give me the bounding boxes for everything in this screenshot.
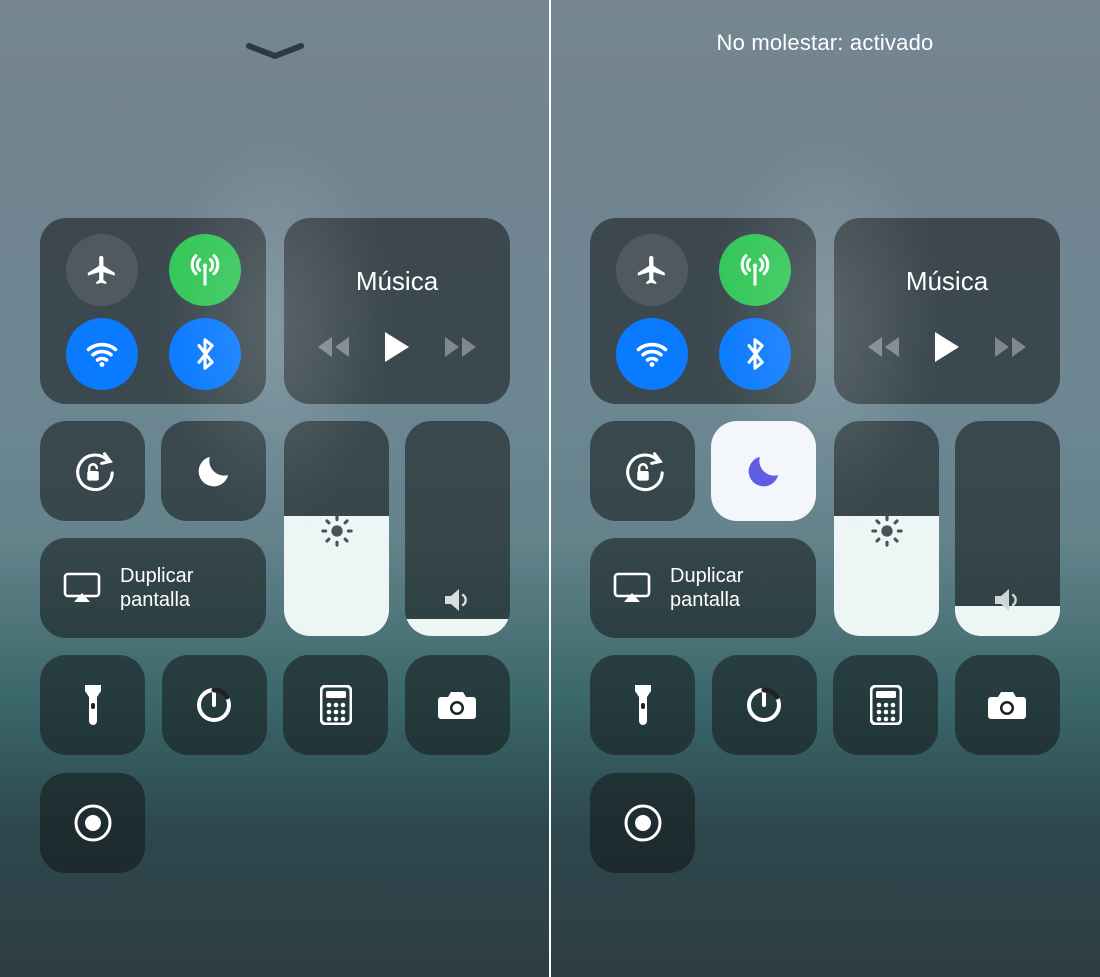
- record-icon: [622, 802, 664, 844]
- play-button[interactable]: [932, 330, 962, 364]
- volume-icon: [955, 586, 1060, 614]
- cellular-data-toggle[interactable]: [719, 234, 791, 306]
- flashlight-icon: [82, 683, 104, 727]
- flashlight-button[interactable]: [590, 655, 695, 755]
- previous-track-button[interactable]: [865, 333, 901, 361]
- calculator-button[interactable]: [283, 655, 388, 755]
- record-icon: [72, 802, 114, 844]
- volume-fill: [405, 619, 510, 636]
- calculator-button[interactable]: [833, 655, 938, 755]
- next-track-button[interactable]: [443, 333, 479, 361]
- antenna-icon: [188, 253, 222, 287]
- wifi-icon: [634, 336, 670, 372]
- timer-icon: [744, 685, 784, 725]
- brightness-icon: [284, 514, 389, 548]
- volume-slider[interactable]: [405, 421, 510, 636]
- bluetooth-toggle[interactable]: [169, 318, 241, 390]
- utility-row: [40, 655, 510, 755]
- airplane-mode-toggle[interactable]: [66, 234, 138, 306]
- cellular-data-toggle[interactable]: [169, 234, 241, 306]
- airplay-icon: [612, 571, 652, 605]
- status-toast: No molestar: activado: [550, 30, 1100, 56]
- connectivity-module[interactable]: [590, 218, 816, 404]
- orientation-lock-icon: [70, 448, 116, 494]
- play-button[interactable]: [382, 330, 412, 364]
- screen-mirroring-label: Duplicar pantalla: [120, 564, 193, 612]
- screen-record-button[interactable]: [40, 773, 145, 873]
- dismiss-chevron-icon[interactable]: [245, 42, 305, 62]
- bluetooth-icon: [740, 335, 770, 373]
- brightness-slider[interactable]: [284, 421, 389, 636]
- screen-mirroring-label: Duplicar pantalla: [670, 564, 743, 612]
- screen-mirroring-button[interactable]: Duplicar pantalla: [40, 538, 266, 638]
- camera-icon: [986, 689, 1028, 721]
- do-not-disturb-toggle[interactable]: [711, 421, 816, 521]
- orientation-lock-icon: [620, 448, 666, 494]
- moon-icon: [744, 451, 784, 491]
- flashlight-icon: [632, 683, 654, 727]
- volume-icon: [405, 586, 510, 614]
- bluetooth-toggle[interactable]: [719, 318, 791, 390]
- orientation-lock-toggle[interactable]: [40, 421, 145, 521]
- wifi-toggle[interactable]: [66, 318, 138, 390]
- calculator-icon: [320, 685, 352, 725]
- camera-button[interactable]: [955, 655, 1060, 755]
- bluetooth-icon: [190, 335, 220, 373]
- screen-record-row: [590, 773, 695, 873]
- airplane-icon: [85, 253, 119, 287]
- screen-record-button[interactable]: [590, 773, 695, 873]
- control-center-pane-right: No molestar: activado: [550, 0, 1100, 977]
- camera-button[interactable]: [405, 655, 510, 755]
- next-track-button[interactable]: [993, 333, 1029, 361]
- camera-icon: [436, 689, 478, 721]
- previous-track-button[interactable]: [315, 333, 351, 361]
- music-title: Música: [284, 266, 510, 297]
- orientation-lock-toggle[interactable]: [590, 421, 695, 521]
- music-title: Música: [834, 266, 1060, 297]
- brightness-icon: [834, 514, 939, 548]
- airplane-mode-toggle[interactable]: [616, 234, 688, 306]
- antenna-icon: [738, 253, 772, 287]
- moon-icon: [194, 451, 234, 491]
- timer-icon: [194, 685, 234, 725]
- music-module[interactable]: Música: [834, 218, 1060, 404]
- control-center-pane-left: Música: [0, 0, 550, 977]
- wifi-toggle[interactable]: [616, 318, 688, 390]
- calculator-icon: [870, 685, 902, 725]
- connectivity-module[interactable]: [40, 218, 266, 404]
- music-module[interactable]: Música: [284, 218, 510, 404]
- do-not-disturb-toggle[interactable]: [161, 421, 266, 521]
- airplay-icon: [62, 571, 102, 605]
- flashlight-button[interactable]: [40, 655, 145, 755]
- utility-row: [590, 655, 1060, 755]
- screen-mirroring-button[interactable]: Duplicar pantalla: [590, 538, 816, 638]
- timer-button[interactable]: [162, 655, 267, 755]
- airplane-icon: [635, 253, 669, 287]
- volume-slider[interactable]: [955, 421, 1060, 636]
- brightness-slider[interactable]: [834, 421, 939, 636]
- screen-record-row: [40, 773, 145, 873]
- timer-button[interactable]: [712, 655, 817, 755]
- pane-divider: [549, 0, 551, 977]
- wifi-icon: [84, 336, 120, 372]
